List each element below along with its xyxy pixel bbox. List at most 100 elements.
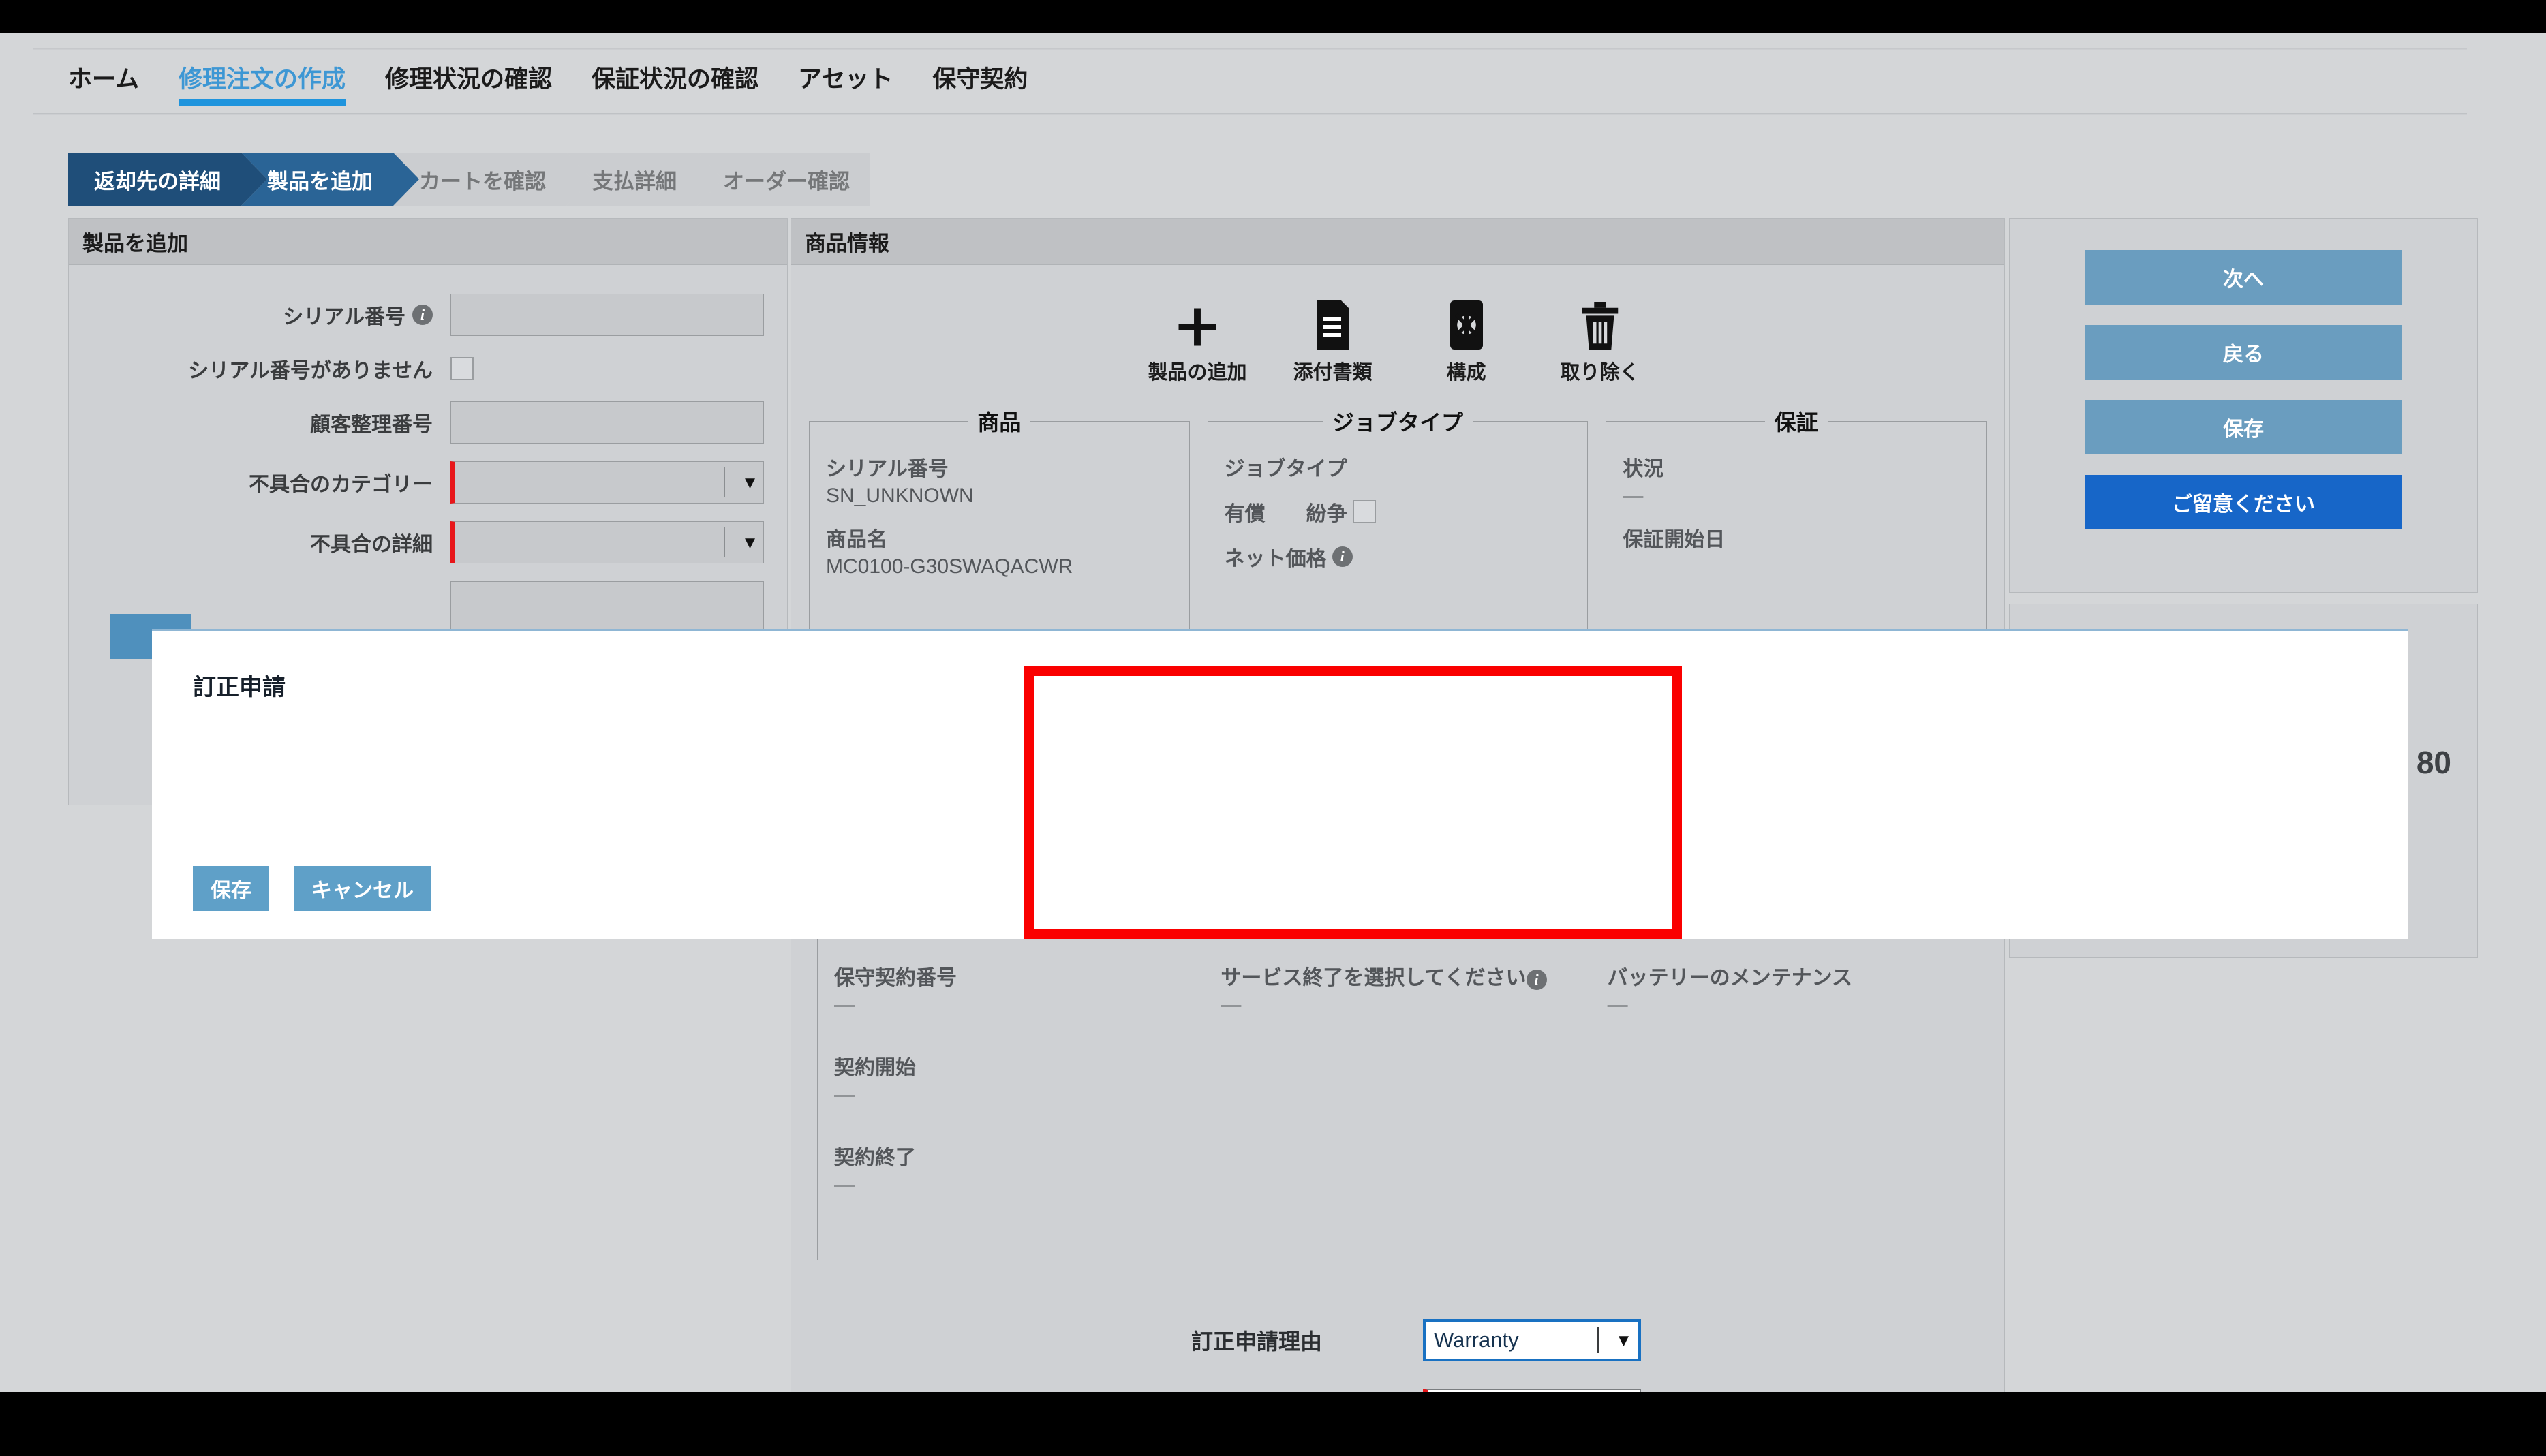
product-name-label: 商品名: [826, 529, 887, 551]
info-icon[interactable]: i: [1526, 970, 1547, 990]
app-frame: ホーム 修理注文の作成 修理状況の確認 保証状況の確認 アセット 保守契約 返却…: [0, 33, 2546, 1392]
serial-number-label-group: シリアル番号 i: [69, 300, 450, 330]
customer-ref-input[interactable]: [450, 401, 764, 444]
service-end-value: —: [1221, 993, 1242, 1016]
service-end-field: サービス終了を選択してください i —: [1221, 961, 1548, 1017]
nav-rule-top: [33, 48, 2467, 50]
configure-button[interactable]: 構成: [1419, 295, 1514, 385]
warranty-legend: 保証: [1774, 410, 1818, 435]
no-serial-label-group: シリアル番号がありません: [69, 354, 450, 384]
step-chevron: [241, 153, 267, 206]
step-chevron: [393, 153, 419, 206]
info-icon[interactable]: i: [412, 305, 433, 325]
defect-category-label-group: 不具合のカテゴリー: [69, 467, 450, 497]
no-serial-checkbox[interactable]: [450, 357, 474, 380]
dispute-checkbox[interactable]: [1352, 500, 1376, 523]
serial-number-input[interactable]: [450, 294, 764, 336]
add-product-panel-title: 製品を追加: [69, 219, 787, 265]
nav-item-asset[interactable]: アセット: [798, 60, 893, 112]
contract-start-value: —: [834, 1083, 855, 1106]
paid-label: 有償: [1224, 503, 1266, 525]
back-button[interactable]: 戻る: [2085, 325, 2402, 380]
product-information-title: 商品情報: [791, 219, 2004, 265]
warranty-status-value: —: [1623, 484, 1644, 507]
dialog-save-button[interactable]: 保存: [193, 866, 269, 911]
product-name-value: MC0100-G30SWAQACWR: [826, 555, 1073, 578]
serial-number-label: シリアル番号: [283, 306, 405, 328]
no-serial-row: シリアル番号がありません: [69, 354, 773, 384]
dialog-buttons: 保存 キャンセル: [193, 866, 431, 911]
nav-items: ホーム 修理注文の作成 修理状況の確認 保証状況の確認 アセット 保守契約: [68, 60, 1067, 112]
step-confirm-cart[interactable]: カートを確認: [393, 153, 592, 206]
remove-label: 取り除く: [1560, 362, 1640, 384]
action-buttons-panel: 次へ 戻る 保存 ご留意ください: [2009, 218, 2478, 593]
step-label: オーダー確認: [723, 169, 850, 193]
battery-maintenance-label: バッテリーのメンテナンス: [1607, 967, 1853, 989]
purchase-date-row: 購入日 2: [1191, 1389, 1641, 1392]
warranty-fieldset: 保証 状況 — 保証開始日: [1606, 405, 1987, 665]
step-label: 製品を追加: [267, 169, 373, 193]
nav-item-check-repair-status[interactable]: 修理状況の確認: [385, 60, 552, 112]
dialog-cancel-button[interactable]: キャンセル: [294, 866, 431, 911]
dialog-title: 訂正申請: [193, 675, 286, 700]
next-button[interactable]: 次へ: [2085, 250, 2402, 305]
nav-item-home[interactable]: ホーム: [68, 60, 139, 112]
no-serial-label: シリアル番号がありません: [188, 360, 433, 382]
correction-reason-row: 訂正申請理由 Warranty ▾: [1191, 1319, 1641, 1361]
select-separator: [724, 527, 725, 557]
product-legend: 商品: [977, 410, 1022, 435]
step-chevron: [566, 153, 592, 206]
contract-end-field: 契約終了 —: [834, 1141, 1204, 1196]
customer-ref-label: 顧客整理番号: [310, 414, 433, 436]
paid-dispute-row: 有償 紛争: [1225, 497, 1588, 527]
contract-start-label: 契約開始: [834, 1057, 916, 1079]
select-separator: [724, 467, 725, 497]
progress-stepper: 返却先の詳細 製品を追加 カートを確認 支払詳細 オーダー確認: [68, 153, 870, 206]
defect-detail-label-group: 不具合の詳細: [69, 527, 450, 557]
nav-item-create-repair-order[interactable]: 修理注文の作成: [178, 60, 346, 112]
trash-icon: [1580, 295, 1621, 350]
chevron-down-icon: ▾: [1618, 1329, 1629, 1352]
defect-category-select[interactable]: ▾: [450, 461, 764, 504]
save-button[interactable]: 保存: [2085, 400, 2402, 454]
info-icon[interactable]: i: [1332, 546, 1353, 567]
contract-start-field: 契約開始 —: [834, 1051, 1204, 1106]
netprice-label: ネット価格: [1224, 548, 1327, 570]
correction-reason-value: Warranty: [1434, 1328, 1519, 1352]
step-label: カートを確認: [419, 169, 546, 193]
defect-detail-select[interactable]: ▾: [450, 521, 764, 563]
defect-category-label: 不具合のカテゴリー: [249, 474, 433, 496]
notice-button[interactable]: ご留意ください: [2085, 475, 2402, 529]
select-separator: [1597, 1327, 1599, 1353]
step-order-confirmation[interactable]: オーダー確認: [697, 153, 870, 206]
plus-icon: [1175, 295, 1220, 350]
step-label: 支払詳細: [592, 169, 677, 193]
correction-reason-label: 訂正申請理由: [1191, 1329, 1323, 1354]
nav-rule-bottom: [33, 113, 2467, 115]
contract-number-label: 保守契約番号: [834, 967, 957, 989]
product-serial-value: SN_UNKNOWN: [826, 484, 974, 507]
product-toolbar: 製品の追加 添付書類 構成 取り除く: [791, 295, 2004, 385]
correction-reason-select[interactable]: Warranty ▾: [1423, 1319, 1641, 1361]
purchase-date-input[interactable]: 2: [1423, 1389, 1641, 1392]
product-name-field: 商品名 MC0100-G30SWAQACWR: [826, 523, 1189, 578]
defect-category-row: 不具合のカテゴリー ▾: [69, 461, 773, 504]
battery-maintenance-value: —: [1607, 993, 1628, 1016]
service-end-label: サービス終了を選択してください: [1221, 967, 1527, 989]
serial-number-row: シリアル番号 i: [69, 294, 773, 336]
netprice-field: ネット価格 i: [1225, 542, 1588, 572]
dispute-label: 紛争: [1306, 503, 1347, 525]
step-label: 返却先の詳細: [94, 169, 221, 193]
nav-item-check-warranty-status[interactable]: 保証状況の確認: [592, 60, 758, 112]
attachments-button[interactable]: 添付書類: [1285, 295, 1381, 385]
jobtype-fieldset: ジョブタイプ ジョブタイプ 有償 紛争 ネット価格 i: [1207, 405, 1589, 665]
add-product-button[interactable]: 製品の追加: [1148, 295, 1247, 385]
chevron-down-icon: ▾: [744, 531, 755, 554]
correction-request-dialog: 訂正申請 訂正申請理由 Warranty ▾ 購入日 2 保存 キャンセル: [152, 629, 2408, 1392]
nav-item-maintenance-contract[interactable]: 保守契約: [932, 60, 1028, 112]
product-detail-columns: 商品 シリアル番号 SN_UNKNOWN 商品名 MC0100-G30SWAQA…: [809, 405, 1987, 665]
product-serial-field: シリアル番号 SN_UNKNOWN: [826, 452, 1189, 508]
contract-end-label: 契約終了: [834, 1147, 916, 1169]
step-return-details[interactable]: 返却先の詳細: [68, 153, 267, 206]
remove-button[interactable]: 取り除く: [1552, 295, 1648, 385]
